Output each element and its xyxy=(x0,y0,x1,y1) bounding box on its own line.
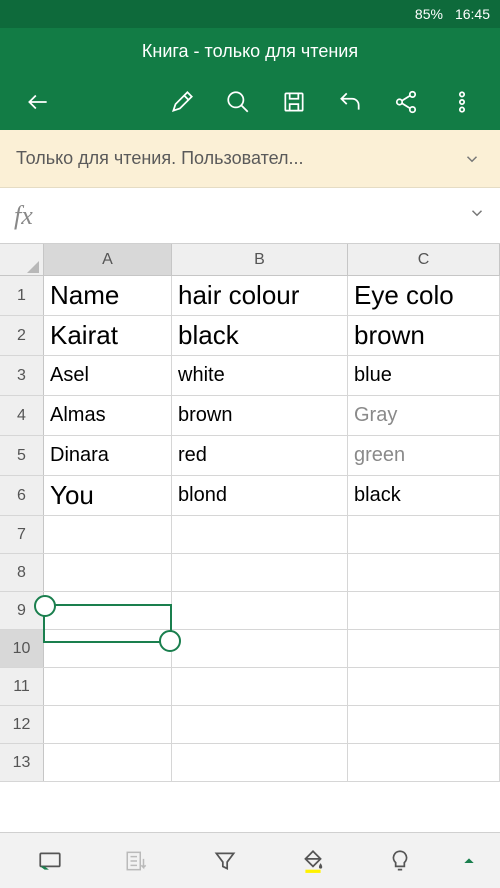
share-button[interactable] xyxy=(382,78,430,126)
table-row: 9 xyxy=(0,592,500,630)
cell[interactable] xyxy=(44,592,172,629)
sort-button xyxy=(94,837,182,885)
chevron-down-icon xyxy=(460,150,484,168)
keyboard-up-button[interactable] xyxy=(444,853,494,869)
col-header-b[interactable]: B xyxy=(172,244,348,275)
selection-handle-tl[interactable] xyxy=(34,595,56,617)
edit-button[interactable] xyxy=(158,78,206,126)
select-all-corner[interactable] xyxy=(0,244,44,275)
cell[interactable] xyxy=(44,516,172,553)
row-header[interactable]: 6 xyxy=(0,476,44,515)
fill-color-button[interactable] xyxy=(269,837,357,885)
bottom-toolbar xyxy=(0,832,500,888)
cell[interactable]: Eye colo xyxy=(348,276,500,315)
cell[interactable] xyxy=(44,630,172,667)
cell[interactable] xyxy=(172,706,348,743)
cell[interactable] xyxy=(44,706,172,743)
cell[interactable]: Kairat xyxy=(44,316,172,355)
cell[interactable]: hair colour xyxy=(172,276,348,315)
cell[interactable] xyxy=(172,668,348,705)
cell[interactable] xyxy=(172,592,348,629)
row-header[interactable]: 3 xyxy=(0,356,44,395)
cell[interactable]: green xyxy=(348,436,500,475)
cell[interactable] xyxy=(44,668,172,705)
cell[interactable]: blond xyxy=(172,476,348,515)
cell[interactable]: white xyxy=(172,356,348,395)
cell[interactable]: black xyxy=(348,476,500,515)
android-status-bar: 85% 16:45 xyxy=(0,0,500,28)
filter-button[interactable] xyxy=(181,837,269,885)
more-button[interactable] xyxy=(438,78,486,126)
cell[interactable]: blue xyxy=(348,356,500,395)
row-header[interactable]: 11 xyxy=(0,668,44,705)
cell[interactable] xyxy=(44,554,172,591)
table-row: 2Kairatblackbrown xyxy=(0,316,500,356)
cell[interactable]: Dinara xyxy=(44,436,172,475)
col-header-c[interactable]: C xyxy=(348,244,500,275)
cell[interactable] xyxy=(172,516,348,553)
cell[interactable] xyxy=(348,744,500,781)
row-header[interactable]: 13 xyxy=(0,744,44,781)
selection-handle-br[interactable] xyxy=(159,630,181,652)
cell[interactable] xyxy=(348,592,500,629)
cell[interactable] xyxy=(172,554,348,591)
row-header[interactable]: 12 xyxy=(0,706,44,743)
table-row: 8 xyxy=(0,554,500,592)
cell[interactable] xyxy=(44,744,172,781)
cell[interactable]: You xyxy=(44,476,172,515)
table-row: 5Dinararedgreen xyxy=(0,436,500,476)
table-row: 13 xyxy=(0,744,500,782)
clock: 16:45 xyxy=(455,6,490,22)
col-header-a[interactable]: A xyxy=(44,244,172,275)
readonly-message: Только для чтения. Пользовател... xyxy=(16,148,460,169)
cell[interactable]: Gray xyxy=(348,396,500,435)
row-header[interactable]: 1 xyxy=(0,276,44,315)
cell[interactable] xyxy=(348,554,500,591)
table-row: 11 xyxy=(0,668,500,706)
undo-button[interactable] xyxy=(326,78,374,126)
battery-pct: 85% xyxy=(415,6,443,22)
row-header[interactable]: 5 xyxy=(0,436,44,475)
search-button[interactable] xyxy=(214,78,262,126)
formula-bar[interactable]: fx xyxy=(0,188,500,244)
cell[interactable] xyxy=(172,630,348,667)
row-header[interactable]: 10 xyxy=(0,630,44,667)
cell[interactable] xyxy=(348,630,500,667)
cell[interactable] xyxy=(172,744,348,781)
table-row: 3Aselwhiteblue xyxy=(0,356,500,396)
readonly-banner[interactable]: Только для чтения. Пользовател... xyxy=(0,130,500,188)
cell[interactable] xyxy=(348,668,500,705)
title-bar: Книга - только для чтения xyxy=(0,28,500,74)
column-headers: A B C xyxy=(0,244,500,276)
cell[interactable] xyxy=(348,706,500,743)
cell[interactable]: red xyxy=(172,436,348,475)
row-header[interactable]: 8 xyxy=(0,554,44,591)
cell[interactable]: brown xyxy=(348,316,500,355)
sheet-tabs-button[interactable] xyxy=(6,837,94,885)
table-row: 12 xyxy=(0,706,500,744)
fx-label: fx xyxy=(14,201,33,231)
cell[interactable]: brown xyxy=(172,396,348,435)
spreadsheet[interactable]: A B C 1Namehair colourEye colo2Kairatbla… xyxy=(0,244,500,782)
cell[interactable]: Asel xyxy=(44,356,172,395)
row-header[interactable]: 4 xyxy=(0,396,44,435)
cell[interactable]: Almas xyxy=(44,396,172,435)
cell[interactable] xyxy=(348,516,500,553)
row-header[interactable]: 2 xyxy=(0,316,44,355)
table-row: 7 xyxy=(0,516,500,554)
table-row: 1Namehair colourEye colo xyxy=(0,276,500,316)
cell[interactable]: Name xyxy=(44,276,172,315)
row-header[interactable]: 7 xyxy=(0,516,44,553)
document-title: Книга - только для чтения xyxy=(142,41,358,62)
cell[interactable]: black xyxy=(172,316,348,355)
table-row: 10 xyxy=(0,630,500,668)
main-toolbar xyxy=(0,74,500,130)
back-button[interactable] xyxy=(14,78,62,126)
table-row: 4AlmasbrownGray xyxy=(0,396,500,436)
save-button[interactable] xyxy=(270,78,318,126)
formula-expand-icon[interactable] xyxy=(468,204,486,227)
ideas-button[interactable] xyxy=(356,837,444,885)
table-row: 6Youblondblack xyxy=(0,476,500,516)
